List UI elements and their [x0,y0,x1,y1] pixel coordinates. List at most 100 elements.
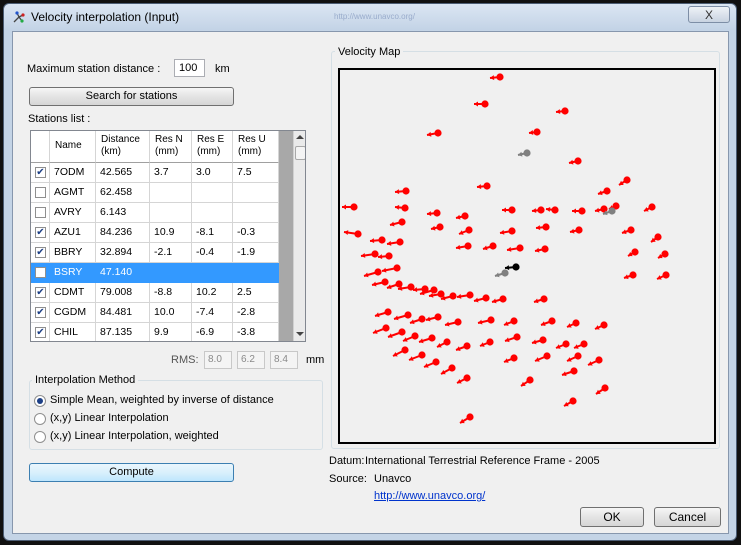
table-row[interactable]: AGMT 62.458 [31,183,279,203]
radio-linear-weighted[interactable] [34,431,46,443]
compute-button[interactable]: Compute [29,463,234,482]
row-check-cell[interactable] [31,203,50,223]
cell-res-u[interactable]: 7.5 [233,163,279,183]
column-header-res-u[interactable]: Res U (mm) [233,131,279,163]
cell-res-e[interactable] [192,263,233,283]
table-row[interactable]: BSRY 47.140 [31,263,279,283]
cell-res-e[interactable]: -0.4 [192,243,233,263]
cell-res-n[interactable] [150,183,192,203]
scroll-down-icon[interactable] [296,331,304,337]
station-velocity-arrow [555,340,570,349]
max-distance-input[interactable]: 100 [174,59,205,77]
table-row[interactable]: ✔ CDMT 79.008 -8.8 10.2 2.5 [31,283,279,303]
cell-res-u[interactable] [233,183,279,203]
cell-res-u[interactable]: -1.9 [233,243,279,263]
cell-res-n[interactable]: 9.9 [150,323,192,341]
cell-distance[interactable]: 42.565 [96,163,150,183]
cell-res-n[interactable] [150,263,192,283]
row-checkbox[interactable]: ✔ [35,247,46,258]
cell-distance[interactable]: 87.135 [96,323,150,341]
cell-name[interactable]: CGDM [50,303,96,323]
cell-res-e[interactable]: 10.2 [192,283,233,303]
table-row[interactable]: AVRY 6.143 [31,203,279,223]
column-header-distance[interactable]: Distance (km) [96,131,150,163]
scroll-thumb[interactable] [295,146,305,160]
station-velocity-arrow [627,248,639,257]
cell-res-e[interactable]: -6.9 [192,323,233,341]
unavco-link[interactable]: http://www.unavco.org/ [374,490,485,502]
cell-res-u[interactable] [233,203,279,223]
row-check-cell[interactable]: ✔ [31,323,50,341]
cell-res-n[interactable] [150,203,192,223]
column-header-name[interactable]: Name [50,131,96,163]
cell-res-e[interactable] [192,183,233,203]
cell-res-u[interactable]: -0.3 [233,223,279,243]
cell-name[interactable]: BSRY [50,263,96,283]
cell-name[interactable]: CDMT [50,283,96,303]
station-velocity-arrow [573,340,588,349]
table-row[interactable]: ✔ CHIL 87.135 9.9 -6.9 -3.8 [31,323,279,341]
row-checkbox[interactable]: ✔ [35,307,46,318]
row-check-cell[interactable]: ✔ [31,283,50,303]
cell-distance[interactable]: 62.458 [96,183,150,203]
scroll-up-icon[interactable] [296,134,304,140]
close-button[interactable]: X [688,6,730,23]
cell-name[interactable]: AGMT [50,183,96,203]
cell-res-n[interactable]: -8.8 [150,283,192,303]
station-velocity-arrow [572,207,586,215]
table-row[interactable]: ✔ BBRY 32.894 -2.1 -0.4 -1.9 [31,243,279,263]
cell-res-u[interactable]: 2.5 [233,283,279,303]
stations-grid[interactable]: Name Distance (km) Res N (mm) Res E (mm)… [30,130,306,342]
row-check-cell[interactable]: ✔ [31,243,50,263]
column-header-res-e[interactable]: Res E (mm) [192,131,233,163]
row-check-cell[interactable] [31,183,50,203]
cell-res-e[interactable]: -7.4 [192,303,233,323]
cell-res-n[interactable]: 3.7 [150,163,192,183]
cell-name[interactable]: CHIL [50,323,96,341]
cell-res-e[interactable]: -8.1 [192,223,233,243]
cell-res-e[interactable]: 3.0 [192,163,233,183]
radio-linear[interactable] [34,413,46,425]
cell-distance[interactable]: 84.481 [96,303,150,323]
row-checkbox[interactable]: ✔ [35,167,46,178]
table-row[interactable]: ✔ AZU1 84.236 10.9 -8.1 -0.3 [31,223,279,243]
cell-distance[interactable]: 6.143 [96,203,150,223]
row-checkbox[interactable]: ✔ [35,227,46,238]
row-checkbox[interactable]: ✔ [35,287,46,298]
cell-res-n[interactable]: 10.9 [150,223,192,243]
cell-name[interactable]: BBRY [50,243,96,263]
cell-distance[interactable]: 32.894 [96,243,150,263]
radio-simple-mean[interactable] [34,395,46,407]
cell-name[interactable]: AVRY [50,203,96,223]
velocity-map-canvas[interactable] [338,68,716,444]
row-check-cell[interactable]: ✔ [31,223,50,243]
cell-res-n[interactable]: 10.0 [150,303,192,323]
row-checkbox[interactable] [35,207,46,218]
cell-distance[interactable]: 79.008 [96,283,150,303]
cell-name[interactable]: AZU1 [50,223,96,243]
cell-name[interactable]: 7ODM [50,163,96,183]
option-linear-weighted-label[interactable]: (x,y) Linear Interpolation, weighted [50,430,219,442]
cell-res-u[interactable] [233,263,279,283]
cell-res-e[interactable] [192,203,233,223]
cell-res-u[interactable]: -3.8 [233,323,279,341]
search-stations-button[interactable]: Search for stations [29,87,234,106]
table-row[interactable]: ✔ 7ODM 42.565 3.7 3.0 7.5 [31,163,279,183]
cell-res-u[interactable]: -2.8 [233,303,279,323]
ok-button[interactable]: OK [580,507,644,527]
row-checkbox[interactable] [35,187,46,198]
cancel-button[interactable]: Cancel [654,507,721,527]
cell-distance[interactable]: 47.140 [96,263,150,283]
row-checkbox[interactable]: ✔ [35,327,46,338]
option-simple-mean-label[interactable]: Simple Mean, weighted by inverse of dist… [50,394,274,406]
row-check-cell[interactable]: ✔ [31,163,50,183]
cell-distance[interactable]: 84.236 [96,223,150,243]
row-checkbox[interactable] [35,267,46,278]
column-header-res-n[interactable]: Res N (mm) [150,131,192,163]
option-linear-label[interactable]: (x,y) Linear Interpolation [50,412,169,424]
row-check-cell[interactable]: ✔ [31,303,50,323]
grid-vertical-scrollbar[interactable] [293,131,305,341]
row-check-cell[interactable] [31,263,50,283]
cell-res-n[interactable]: -2.1 [150,243,192,263]
table-row[interactable]: ✔ CGDM 84.481 10.0 -7.4 -2.8 [31,303,279,323]
